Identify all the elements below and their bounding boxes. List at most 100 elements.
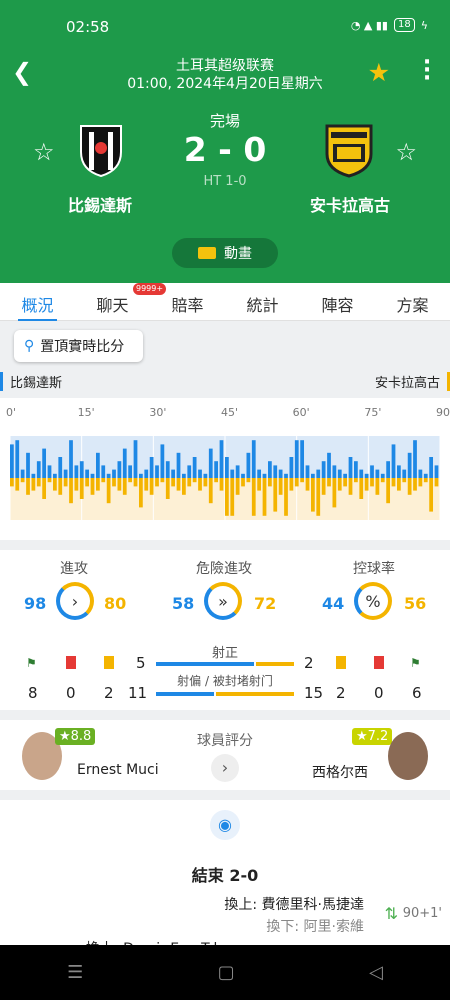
home-player-name[interactable]: Ernest Muci xyxy=(77,762,159,778)
home-pressure-bar xyxy=(139,473,143,478)
possession-home: 44 xyxy=(322,594,345,613)
away-pressure-bar xyxy=(434,478,439,487)
away-pressure-bar xyxy=(42,478,47,499)
home-team-name[interactable]: 比錫達斯 xyxy=(30,192,170,216)
away-pressure-bar xyxy=(10,478,14,487)
home-corners: 8 xyxy=(28,684,38,702)
away-pressure-bar xyxy=(413,478,417,491)
away-yellow: 2 xyxy=(336,684,346,702)
away-pressure-bar xyxy=(311,478,315,512)
away-team-logo[interactable] xyxy=(323,122,375,178)
rating-chevron-icon[interactable]: › xyxy=(211,754,239,782)
events-panel: ◉ 結束 2-0 換上: 費德里科·馬捷達 換下: 阿里·索維 ⇅ 90+1' … xyxy=(0,800,450,957)
battery-icon: 18 xyxy=(394,18,415,32)
away-pressure-bar xyxy=(251,478,256,516)
away-pressure-bar xyxy=(364,478,369,491)
pin-label: 置頂實時比分 xyxy=(40,339,125,355)
tab-tips[interactable]: 方案 xyxy=(375,283,450,320)
home-pressure-bar xyxy=(10,444,14,478)
tab-odds[interactable]: 賠率 xyxy=(150,283,225,320)
pin-live-score-button[interactable]: ⚲ 置頂實時比分 xyxy=(14,330,143,362)
home-pressure-bar xyxy=(268,461,272,478)
home-pressure-bar xyxy=(348,457,353,478)
home-pressure-bar xyxy=(144,469,149,478)
away-pressure-bar xyxy=(15,478,20,491)
home-pressure-bar xyxy=(289,457,294,478)
home-yellow: 2 xyxy=(104,684,114,702)
away-pressure-bar xyxy=(327,478,331,487)
attack-away: 80 xyxy=(104,594,127,613)
away-team-name[interactable]: 安卡拉高古 xyxy=(280,192,420,216)
shots-off-bar-away xyxy=(216,692,294,696)
home-pressure-bar xyxy=(251,440,256,478)
timeline-teams: 比錫達斯 安卡拉高古 xyxy=(0,372,450,392)
animation-button[interactable]: 動畫 xyxy=(172,238,278,268)
home-icon[interactable]: ▢ xyxy=(218,962,235,983)
attack-label: 進攻 xyxy=(60,561,88,577)
home-pressure-bar xyxy=(203,473,208,478)
momentum-chart: 0' 15' 30' 45' 60' 75' 90' xyxy=(0,398,450,540)
final-result: 結束 2-0 xyxy=(191,866,259,885)
yellow-card-icon xyxy=(104,656,114,669)
away-pressure-bar xyxy=(101,478,106,483)
home-pressure-bar xyxy=(235,465,240,478)
away-corners: 6 xyxy=(412,684,422,702)
red-card-icon xyxy=(66,656,76,669)
corner-flag-icon-away: ⚑ xyxy=(410,656,421,670)
possession-ring: % xyxy=(354,582,392,620)
tab-stats[interactable]: 統計 xyxy=(225,283,300,320)
away-pressure-bar xyxy=(402,478,407,483)
danger-away: 72 xyxy=(254,594,277,613)
home-pressure-bar xyxy=(79,461,84,478)
stats-panel: 進攻 危險進攻 控球率 98 › 80 58 » 72 44 % 56 ⚑ 5 … xyxy=(0,550,450,710)
away-pressure-bar xyxy=(31,478,36,491)
away-pressure-bar xyxy=(74,478,79,491)
danger-label: 危險進攻 xyxy=(196,561,252,577)
away-pressure-bar xyxy=(96,478,100,491)
home-team-logo[interactable] xyxy=(75,122,127,178)
tab-lineup[interactable]: 陣容 xyxy=(300,283,375,320)
away-player-name[interactable]: 西格尔西 xyxy=(312,762,368,782)
home-pressure-bar xyxy=(74,465,79,478)
away-pressure-bar xyxy=(208,478,213,504)
tab-overview[interactable]: 概況 xyxy=(0,283,75,321)
home-pressure-bar xyxy=(375,469,380,478)
away-pressure-bar xyxy=(316,478,321,516)
away-pressure-bar xyxy=(241,478,245,487)
away-pressure-bar xyxy=(246,478,251,483)
home-pressure-bar xyxy=(407,452,412,478)
home-pressure-bar xyxy=(133,440,138,478)
tab-chat[interactable]: 聊天 9999+ xyxy=(75,283,167,320)
sub-in: 換上: 費德里科·馬捷達 xyxy=(224,897,364,913)
home-pressure-bar xyxy=(262,473,267,478)
away-pressure-bar xyxy=(58,478,63,495)
corner-flag-icon: ⚑ xyxy=(26,656,37,670)
home-pressure-bar xyxy=(391,444,396,478)
home-favorite-icon[interactable]: ☆ xyxy=(33,138,55,166)
away-pressure-bar xyxy=(203,478,208,487)
away-pressure-bar xyxy=(165,478,170,499)
home-pressure-bar xyxy=(332,465,337,478)
home-pressure-bar xyxy=(246,452,251,478)
away-player-avatar[interactable] xyxy=(388,732,428,780)
favorite-star-icon[interactable]: ★ xyxy=(368,58,390,87)
back-icon[interactable]: ◁ xyxy=(369,962,383,983)
home-pressure-bar xyxy=(96,452,100,478)
menu-icon[interactable]: ☰ xyxy=(67,962,83,983)
home-pressure-bar xyxy=(423,473,428,478)
home-pressure-bar xyxy=(160,444,165,478)
away-pressure-bar xyxy=(386,478,391,504)
home-pressure-bar xyxy=(26,452,30,478)
home-pressure-bar xyxy=(63,469,68,478)
system-nav-bar: ☰ ▢ ◁ xyxy=(0,945,450,1000)
attack-home: 98 xyxy=(24,594,47,613)
momentum-svg: 0' 15' 30' 45' 60' 75' 90' xyxy=(6,406,450,520)
more-menu-icon[interactable]: · · · xyxy=(422,52,432,90)
away-pressure-bar xyxy=(300,478,305,483)
shots-off-bar-home xyxy=(156,692,214,696)
possession-away: 56 xyxy=(404,594,427,613)
away-pressure-bar xyxy=(418,478,423,487)
away-pressure-bar xyxy=(198,478,202,491)
away-pressure-bar xyxy=(106,478,111,504)
away-favorite-icon[interactable]: ☆ xyxy=(395,138,417,166)
